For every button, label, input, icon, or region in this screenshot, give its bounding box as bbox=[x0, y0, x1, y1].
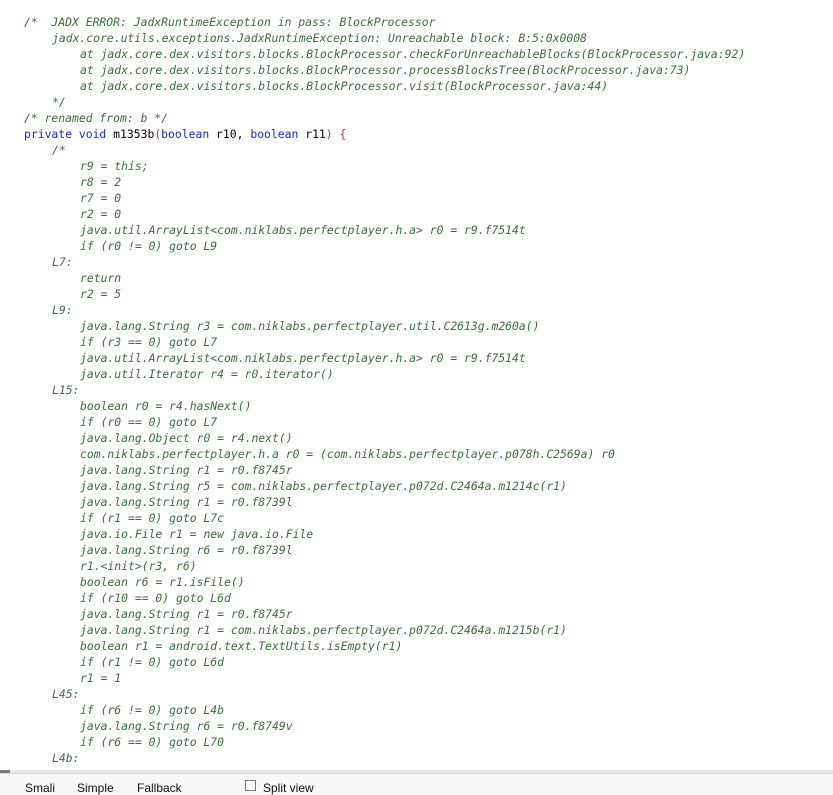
code-editor[interactable]: /* JADX ERROR: JadxRuntimeException in p… bbox=[0, 0, 833, 770]
param-name: r10, bbox=[216, 127, 244, 141]
param-name: r11 bbox=[305, 127, 326, 141]
code-line: java.util.Iterator r4 = r0.iterator() bbox=[80, 367, 334, 381]
code-line: L15: bbox=[52, 383, 80, 397]
code-line: r9 = this; bbox=[80, 159, 149, 173]
code-line: boolean r6 = r1.isFile() bbox=[80, 575, 245, 589]
code-line: /* JADX ERROR: JadxRuntimeException in p… bbox=[24, 15, 436, 29]
code-line: r7 = 0 bbox=[80, 191, 122, 205]
code-line: at jadx.core.dex.visitors.blocks.BlockPr… bbox=[80, 47, 746, 61]
code-line: /* renamed from: b */ bbox=[24, 111, 169, 125]
code-line: /* bbox=[52, 143, 66, 157]
code-line: java.lang.String r6 = r0.f8749v bbox=[80, 719, 293, 733]
code-line: java.lang.Object r0 = r4.next() bbox=[80, 431, 293, 445]
keyword: private void bbox=[24, 127, 107, 141]
split-view-checkbox[interactable] bbox=[245, 780, 256, 791]
code-line: at jadx.core.dex.visitors.blocks.BlockPr… bbox=[80, 63, 691, 77]
method-name: m1353b bbox=[113, 127, 155, 141]
code-line: if (r1 != 0) goto L6d bbox=[80, 655, 225, 669]
code-line: java.lang.String r5 = com.niklabs.perfec… bbox=[80, 479, 567, 493]
code-line: L45: bbox=[52, 687, 80, 701]
code-line: if (r10 == 0) goto L6d bbox=[80, 591, 231, 605]
code-line: boolean r0 = r4.hasNext() bbox=[80, 399, 252, 413]
code-line: java.lang.String r1 = r0.f8745r bbox=[80, 463, 293, 477]
code-line: L4b: bbox=[52, 751, 80, 765]
code-line: java.lang.String r6 = r0.f8739l bbox=[80, 543, 293, 557]
code-line: com.niklabs.perfectplayer.h.a r0 = (com.… bbox=[80, 447, 615, 461]
tab-fallback[interactable]: Fallback bbox=[137, 781, 182, 795]
code-line: java.io.File r1 = new java.io.File bbox=[80, 527, 314, 541]
code-line: r8 = 2 bbox=[80, 175, 122, 189]
code-line: if (r0 == 0) goto L7 bbox=[80, 415, 218, 429]
code-line: r1 = 1 bbox=[80, 671, 122, 685]
code-line: return bbox=[80, 271, 122, 285]
code-line: if (r1 == 0) goto L7c bbox=[80, 511, 225, 525]
code-line: */ bbox=[52, 95, 66, 109]
code-line: at jadx.core.dex.visitors.blocks.BlockPr… bbox=[80, 79, 609, 93]
bottom-tab-bar: Smali Simple Fallback Split view bbox=[0, 773, 833, 795]
tab-simple[interactable]: Simple bbox=[77, 781, 114, 795]
code-line: java.util.ArrayList<com.niklabs.perfectp… bbox=[80, 351, 526, 365]
split-view-label[interactable]: Split view bbox=[263, 781, 314, 795]
code-line: boolean r1 = android.text.TextUtils.isEm… bbox=[80, 639, 403, 653]
code-line: r2 = 5 bbox=[80, 287, 122, 301]
method-signature: private void m1353b(boolean r10, boolean… bbox=[24, 126, 346, 142]
code-line: jadx.core.utils.exceptions.JadxRuntimeEx… bbox=[52, 31, 587, 45]
param-type: boolean bbox=[161, 127, 210, 141]
code-line: java.lang.String r1 = com.niklabs.perfec… bbox=[80, 623, 567, 637]
code-line: if (r6 != 0) goto L4b bbox=[80, 703, 225, 717]
code-line: java.lang.String r3 = com.niklabs.perfec… bbox=[80, 319, 540, 333]
code-line: L7: bbox=[52, 255, 73, 269]
code-line: if (r3 == 0) goto L7 bbox=[80, 335, 218, 349]
code-line: r1.<init>(r3, r6) bbox=[80, 559, 197, 573]
code-line: if (r6 == 0) goto L70 bbox=[80, 735, 225, 749]
code-line: r2 = 0 bbox=[80, 207, 122, 221]
code-line: if (r0 != 0) goto L9 bbox=[80, 239, 218, 253]
code-line: java.lang.String r1 = r0.f8739l bbox=[80, 495, 293, 509]
param-type: boolean bbox=[250, 127, 299, 141]
code-line: java.util.ArrayList<com.niklabs.perfectp… bbox=[80, 223, 526, 237]
tab-smali[interactable]: Smali bbox=[25, 781, 55, 795]
code-line: L9: bbox=[52, 303, 73, 317]
code-line: java.lang.String r1 = r0.f8745r bbox=[80, 607, 293, 621]
close-brace: ) { bbox=[325, 127, 347, 141]
